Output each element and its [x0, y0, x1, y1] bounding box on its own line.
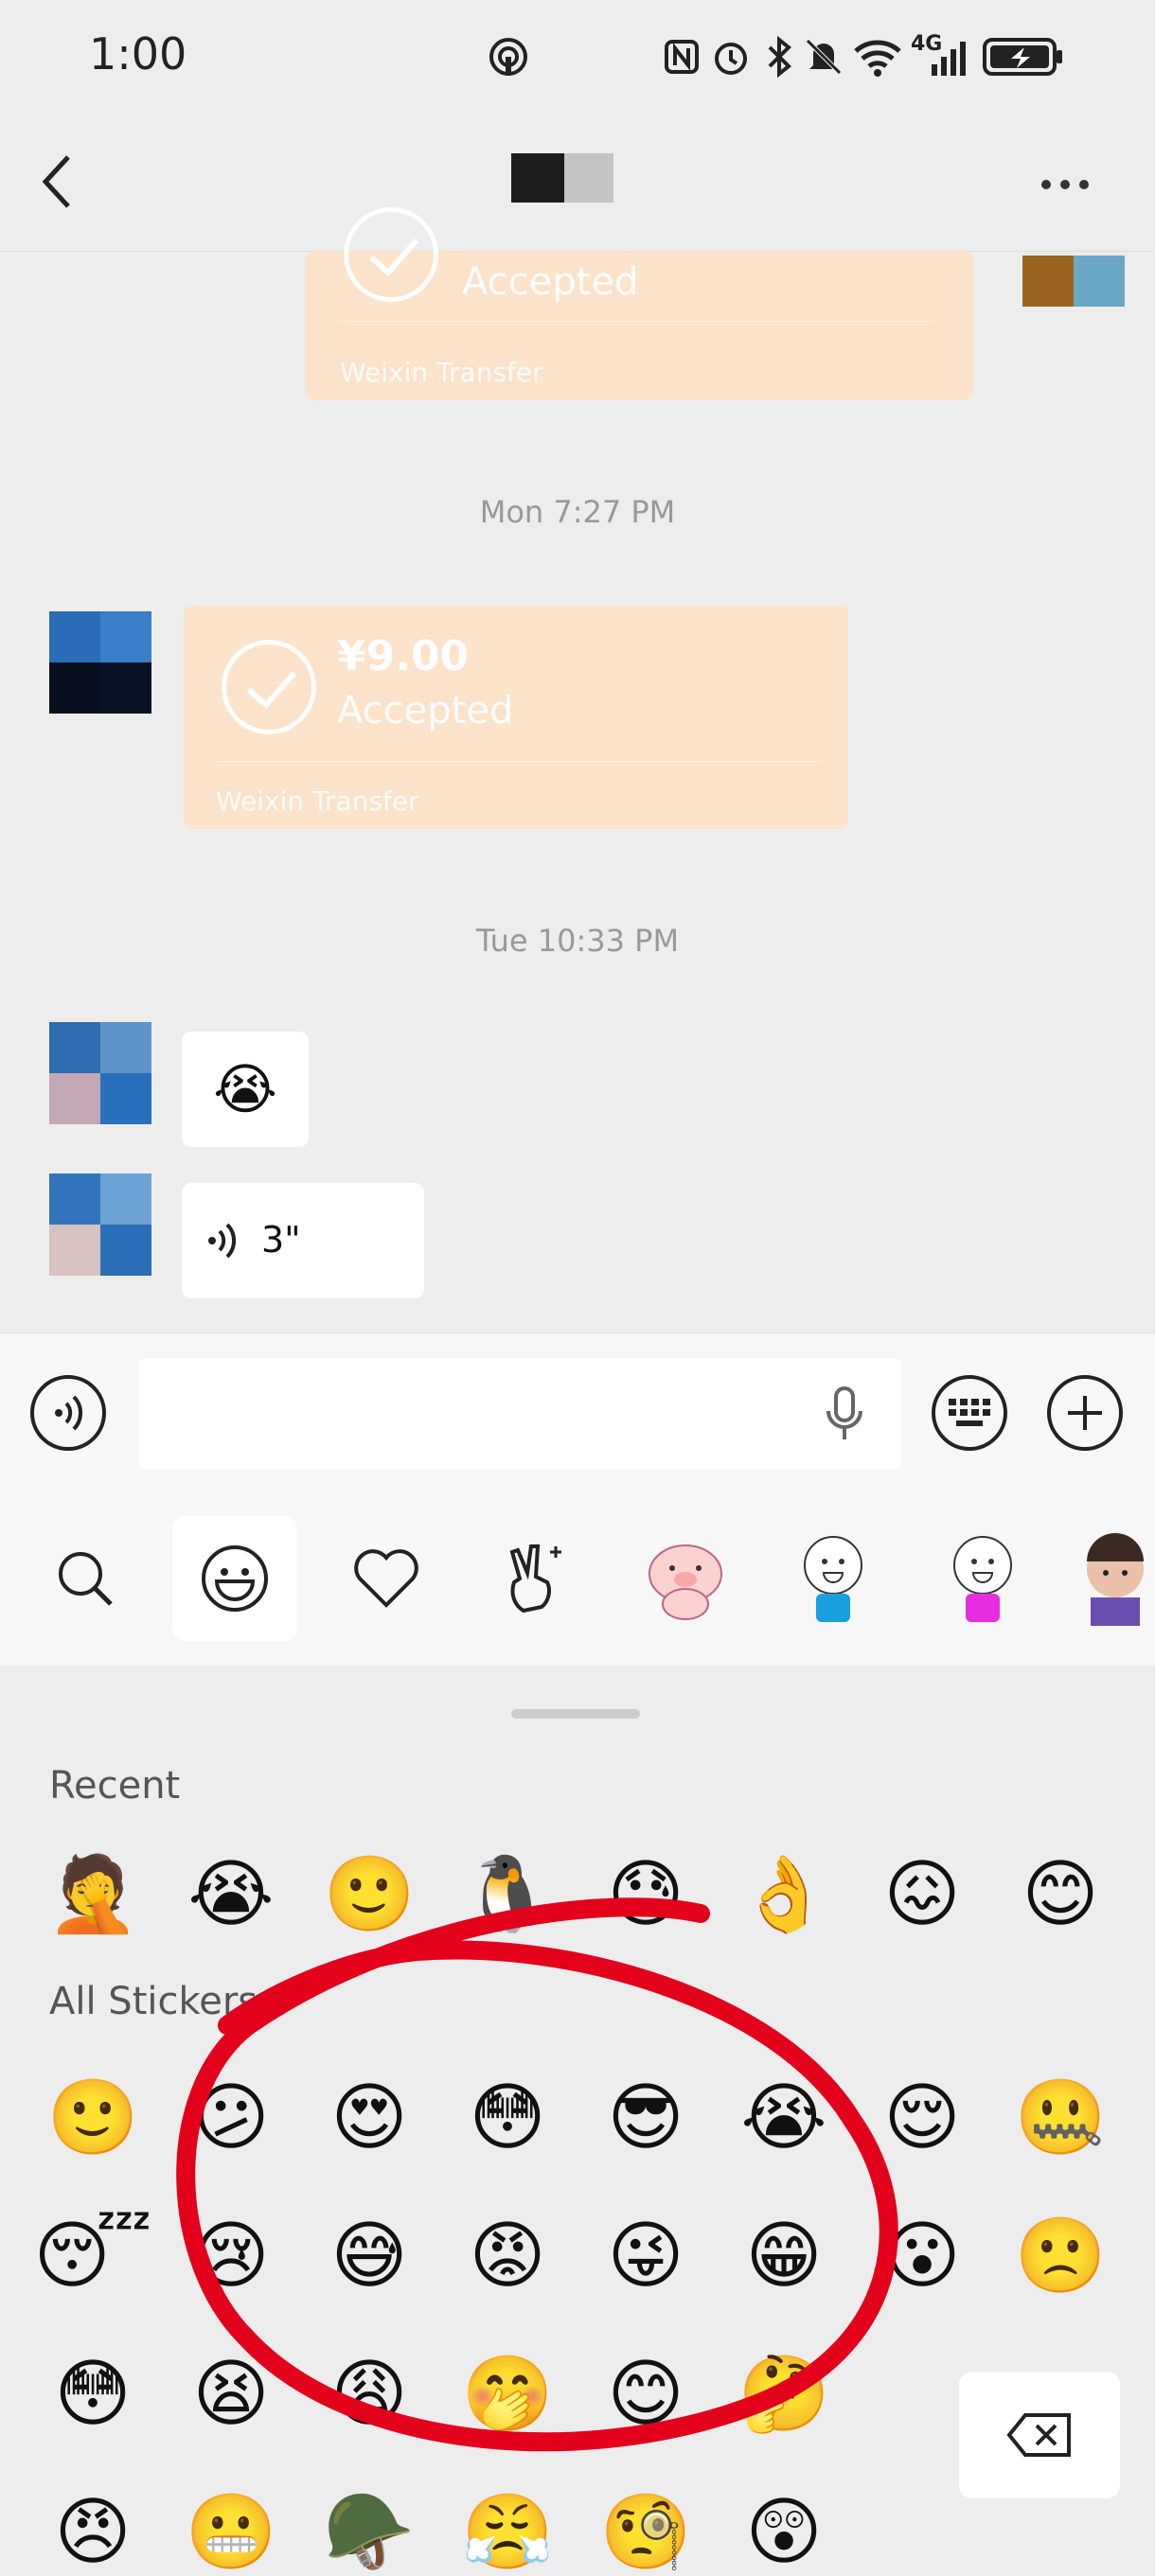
sticker-tabs [0, 1484, 1155, 1667]
emoji-sticker[interactable]: 😌 [879, 2074, 966, 2161]
check-icon [222, 640, 316, 734]
avatar[interactable] [49, 1173, 151, 1276]
pig-sticker[interactable] [623, 1516, 748, 1641]
emoji-sticker[interactable]: 🙂 [46, 2074, 138, 2161]
avatar[interactable] [49, 611, 151, 714]
chat-header [0, 114, 1155, 252]
transfer-label: Weixin Transfer [216, 785, 419, 817]
voice-wave-icon [204, 1219, 242, 1266]
emoji-sticker[interactable]: 😳 [49, 2351, 136, 2438]
hotspot-icon [485, 32, 532, 81]
avatar[interactable] [1022, 256, 1125, 307]
voice-wave-icon[interactable] [30, 1375, 106, 1451]
emoji-sticker[interactable]: 😜 [602, 2213, 689, 2300]
emoji-sticker[interactable]: 🐧 [461, 1851, 553, 1938]
more-dots-icon[interactable] [1041, 170, 1108, 199]
contact-name-redacted [511, 153, 564, 203]
transfer-message[interactable]: ¥9.00 Accepted Weixin Transfer [184, 606, 848, 829]
panel-drag-handle[interactable] [511, 1709, 640, 1719]
microphone-icon[interactable] [824, 1385, 865, 1449]
divider [216, 761, 822, 762]
heart-icon[interactable] [324, 1516, 449, 1641]
emoji-sticker[interactable]: 😖 [879, 1851, 966, 1938]
emoji-sticker[interactable]: 🙁 [1014, 2213, 1106, 2300]
blue-figure-sticker[interactable] [771, 1516, 896, 1641]
emoji-sticker[interactable]: 😕 [187, 2074, 275, 2161]
search-icon[interactable] [23, 1516, 148, 1641]
emoji-sticker[interactable]: 😁 [740, 2213, 827, 2300]
hand-icon[interactable] [473, 1516, 598, 1641]
emoji-sticker[interactable]: 😊 [602, 2351, 689, 2438]
emoji-sticker[interactable]: 😢 [187, 2213, 275, 2300]
baby-sticker[interactable] [1070, 1516, 1155, 1641]
plus-icon[interactable] [1047, 1375, 1123, 1451]
status-bar: 1:00 4G [0, 0, 1155, 114]
all-stickers-label: All Stickers [49, 1980, 258, 2023]
divider [338, 321, 934, 322]
emoji-sticker[interactable]: 🙂 [323, 1851, 415, 1938]
emoji-icon[interactable] [172, 1516, 297, 1641]
emoji-sticker[interactable]: 😭 [740, 2074, 827, 2161]
emoji-sticker[interactable]: 😭 [187, 1851, 275, 1938]
backspace-icon[interactable] [959, 2372, 1120, 2498]
message-input[interactable] [138, 1358, 901, 1470]
chevron-left-icon[interactable] [38, 151, 95, 218]
bluetooth-icon [763, 32, 797, 81]
mute-icon [803, 32, 844, 81]
emoji-sticker[interactable]: 😫 [187, 2351, 275, 2438]
emoji-sticker[interactable]: 🤦 [46, 1851, 138, 1938]
emoji-sticker[interactable]: 😊 [1017, 1851, 1104, 1938]
emoji-sticker[interactable]: 😩 [326, 2351, 413, 2438]
emoji-sticker[interactable]: 🤐 [1014, 2074, 1106, 2161]
emoji-sticker[interactable]: 😴 [33, 2213, 151, 2300]
voice-message[interactable]: 3" [182, 1183, 424, 1298]
transfer-status: Accepted [337, 689, 514, 732]
timestamp: Mon 7:27 PM [479, 494, 676, 530]
voice-duration: 3" [261, 1219, 301, 1261]
pink-figure-sticker[interactable] [920, 1516, 1045, 1641]
input-bar [0, 1332, 1155, 1485]
emoji-sticker[interactable]: 😮 [879, 2213, 966, 2300]
emoji-sticker[interactable]: 😅 [326, 2213, 413, 2300]
status-time: 1:00 [89, 28, 187, 79]
emoji-sticker[interactable]: 😍 [326, 2074, 413, 2161]
emoji-sticker[interactable]: 😓 [602, 1851, 689, 1938]
emoji-sticker[interactable]: 🪖 [323, 2489, 415, 2576]
emoji-sticker[interactable]: 😳 [464, 2074, 551, 2161]
wifi-icon [850, 32, 905, 81]
keyboard-icon[interactable] [932, 1375, 1007, 1451]
emoji-sticker[interactable]: 😎 [602, 2074, 689, 2161]
emoji-sticker[interactable]: 😬 [185, 2489, 276, 2576]
transfer-amount: ¥9.00 [337, 632, 470, 680]
nfc-icon [663, 32, 701, 81]
emoji-sticker[interactable]: 🧐 [599, 2489, 691, 2576]
recent-label: Recent [49, 1764, 181, 1808]
signal-4g-icon: 4G [911, 32, 969, 81]
transfer-message-top[interactable]: Accepted Weixin Transfer [306, 207, 973, 400]
emoji-message[interactable]: 😭 [182, 1032, 309, 1147]
emoji-sticker[interactable]: 😡 [464, 2213, 551, 2300]
transfer-status: Accepted [462, 260, 639, 304]
emoji-sticker[interactable]: 🤔 [737, 2351, 829, 2438]
emoji-sticker[interactable]: 😤 [461, 2489, 553, 2576]
battery-charging-icon [983, 32, 1064, 81]
emoji-sticker[interactable]: 🤭 [461, 2351, 553, 2438]
emoji-sticker[interactable]: 😲 [740, 2489, 827, 2576]
avatar[interactable] [49, 1022, 151, 1124]
alarm-icon [710, 32, 752, 81]
transfer-label: Weixin Transfer [340, 357, 543, 388]
emoji-panel: Recent All Stickers 🤦 😭 🙂 🐧 😓 👌 😖 😊 🙂 😕 😍 😳 😎 😭 😌 🤐 😴 😢 😅 😡… [0, 1666, 1155, 2569]
emoji-sticker[interactable]: 😠 [49, 2489, 136, 2576]
check-icon [344, 207, 438, 302]
emoji-sticker[interactable]: 👌 [737, 1851, 829, 1938]
timestamp: Tue 10:33 PM [475, 923, 680, 959]
contact-name-redacted-2 [564, 153, 613, 203]
